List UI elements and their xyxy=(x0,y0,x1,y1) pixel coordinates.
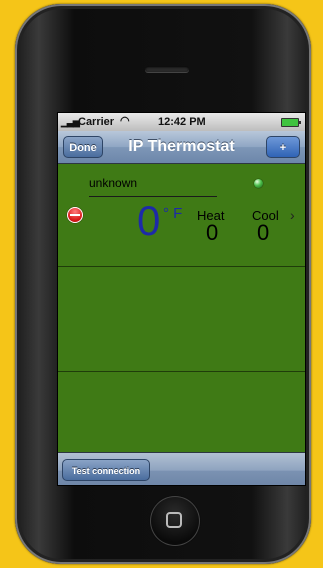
iphone-frame: ▁▃▅ Carrier ◠ 12:42 PM Done IP Thermosta… xyxy=(15,4,311,564)
home-square-icon xyxy=(166,512,182,528)
temperature-unit: ° F xyxy=(163,205,183,222)
navigation-bar: Done IP Thermostat + xyxy=(58,131,305,164)
current-temperature: 0 xyxy=(137,197,161,244)
delete-thermostat-button[interactable] xyxy=(67,207,83,223)
cool-setpoint: 0 xyxy=(257,220,270,245)
thermostat-name-field[interactable]: unknown xyxy=(89,176,217,197)
signal-bars-icon: ▁▃▅ xyxy=(61,117,80,127)
app-screen: ▁▃▅ Carrier ◠ 12:42 PM Done IP Thermosta… xyxy=(57,112,306,486)
wifi-icon: ◠ xyxy=(120,115,130,127)
earpiece-speaker xyxy=(145,66,189,72)
home-button[interactable] xyxy=(150,496,200,546)
heat-setpoint: 0 xyxy=(206,220,219,245)
empty-table-row xyxy=(58,372,305,453)
empty-table-row xyxy=(58,267,305,372)
status-light-icon xyxy=(254,179,263,188)
status-time: 12:42 PM xyxy=(158,116,206,128)
carrier-label: Carrier xyxy=(78,116,115,128)
thermostat-row[interactable]: unknown 0 ° F Heat 0 Cool 0 › xyxy=(58,163,305,267)
status-bar: ▁▃▅ Carrier ◠ 12:42 PM xyxy=(58,113,305,131)
add-thermostat-button[interactable]: + xyxy=(266,136,300,158)
test-connection-button[interactable]: Test connection xyxy=(62,459,150,481)
battery-icon xyxy=(281,118,301,127)
disclosure-chevron-icon[interactable]: › xyxy=(290,207,295,223)
bottom-toolbar: Test connection xyxy=(58,452,305,485)
